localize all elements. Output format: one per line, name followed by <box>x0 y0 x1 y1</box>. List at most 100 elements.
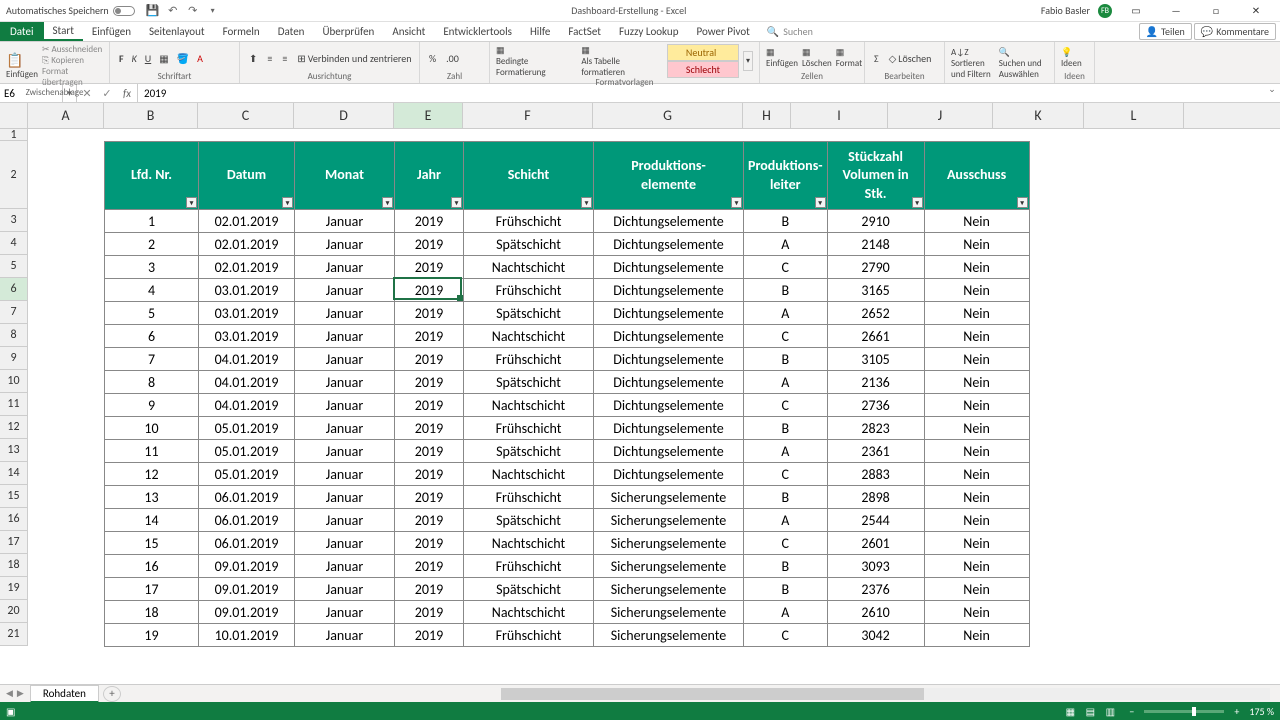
tab-ansicht[interactable]: Ansicht <box>383 22 434 41</box>
save-icon[interactable]: 💾 <box>147 5 159 17</box>
col-header-I[interactable]: I <box>791 103 888 128</box>
table-cell[interactable]: B <box>744 210 828 233</box>
table-cell[interactable]: Januar <box>295 348 395 371</box>
row-header-11[interactable]: 11 <box>0 393 27 416</box>
row-header-7[interactable]: 7 <box>0 301 27 324</box>
table-cell[interactable]: 2019 <box>395 440 464 463</box>
minimize-button[interactable]: — <box>1160 1 1192 21</box>
table-cell[interactable]: Januar <box>295 302 395 325</box>
filter-icon[interactable]: ▾ <box>451 197 462 208</box>
table-cell[interactable]: Frühschicht <box>464 555 594 578</box>
table-cell[interactable]: 8 <box>105 371 199 394</box>
row-header-4[interactable]: 4 <box>0 232 27 255</box>
table-cell[interactable]: 2019 <box>395 532 464 555</box>
format-as-table-button[interactable]: ▦Als Tabelle formatieren <box>581 45 663 78</box>
table-cell[interactable]: Nein <box>924 578 1029 601</box>
table-cell[interactable]: B <box>744 486 828 509</box>
table-cell[interactable]: Sicherungselemente <box>594 555 744 578</box>
table-cell[interactable]: Spätschicht <box>464 233 594 256</box>
table-cell[interactable]: C <box>744 624 828 647</box>
table-cell[interactable]: Januar <box>295 463 395 486</box>
style-neutral[interactable]: Neutral <box>667 44 739 61</box>
tab-fuzzy lookup[interactable]: Fuzzy Lookup <box>610 22 688 41</box>
table-cell[interactable]: Sicherungselemente <box>594 532 744 555</box>
formula-expand-icon[interactable]: ⌄ <box>1264 84 1280 102</box>
autosum-button[interactable]: Σ <box>871 51 882 66</box>
table-cell[interactable]: Januar <box>295 417 395 440</box>
table-cell[interactable]: 2376 <box>827 578 924 601</box>
find-select-button[interactable]: 🔍Suchen und Auswählen <box>999 47 1048 80</box>
zoom-level[interactable]: 175 % <box>1249 705 1274 718</box>
table-cell[interactable]: B <box>744 578 828 601</box>
table-cell[interactable]: Nein <box>924 440 1029 463</box>
table-cell[interactable]: 3 <box>105 256 199 279</box>
table-cell[interactable]: 19 <box>105 624 199 647</box>
table-cell[interactable]: 02.01.2019 <box>199 256 295 279</box>
table-cell[interactable]: 3165 <box>827 279 924 302</box>
table-cell[interactable]: 13 <box>105 486 199 509</box>
filter-icon[interactable]: ▾ <box>282 197 293 208</box>
table-cell[interactable]: 2019 <box>395 394 464 417</box>
comments-button[interactable]: 💬Kommentare <box>1194 23 1276 40</box>
close-button[interactable]: ✕ <box>1240 1 1272 21</box>
horizontal-scrollbar[interactable] <box>501 688 1270 700</box>
clear-button[interactable]: ◇ Löschen <box>886 51 935 66</box>
table-cell[interactable]: 2019 <box>395 371 464 394</box>
table-cell[interactable]: Frühschicht <box>464 210 594 233</box>
table-cell[interactable]: 2136 <box>827 371 924 394</box>
ribbon-display-icon[interactable]: ▭ <box>1120 1 1152 21</box>
table-cell[interactable]: 2661 <box>827 325 924 348</box>
row-header-13[interactable]: 13 <box>0 439 27 462</box>
table-cell[interactable]: 2610 <box>827 601 924 624</box>
table-cell[interactable]: 10.01.2019 <box>199 624 295 647</box>
table-cell[interactable]: 2019 <box>395 302 464 325</box>
table-cell[interactable]: Sicherungselemente <box>594 578 744 601</box>
table-cell[interactable]: Nachtschicht <box>464 532 594 555</box>
format-painter-button[interactable]: Format übertragen <box>42 66 103 88</box>
table-cell[interactable]: 17 <box>105 578 199 601</box>
table-cell[interactable]: 2736 <box>827 394 924 417</box>
page-break-view-icon[interactable]: ▥ <box>1101 704 1119 718</box>
filter-icon[interactable]: ▾ <box>382 197 393 208</box>
table-cell[interactable]: 06.01.2019 <box>199 509 295 532</box>
tab-power pivot[interactable]: Power Pivot <box>687 22 758 41</box>
table-cell[interactable]: 14 <box>105 509 199 532</box>
table-cell[interactable]: Dichtungselemente <box>594 348 744 371</box>
table-cell[interactable]: Spätschicht <box>464 578 594 601</box>
table-cell[interactable]: 5 <box>105 302 199 325</box>
table-cell[interactable]: Nein <box>924 325 1029 348</box>
table-cell[interactable]: 05.01.2019 <box>199 417 295 440</box>
tab-daten[interactable]: Daten <box>269 22 314 41</box>
row-header-21[interactable]: 21 <box>0 623 27 646</box>
table-cell[interactable]: 02.01.2019 <box>199 210 295 233</box>
table-cell[interactable]: 7 <box>105 348 199 371</box>
table-cell[interactable]: 9 <box>105 394 199 417</box>
table-cell[interactable]: Dichtungselemente <box>594 233 744 256</box>
row-header-16[interactable]: 16 <box>0 508 27 531</box>
table-cell[interactable]: Nein <box>924 486 1029 509</box>
table-cell[interactable]: Nein <box>924 348 1029 371</box>
currency-button[interactable]: % <box>426 51 439 66</box>
share-button[interactable]: 👤Teilen <box>1139 23 1192 40</box>
tab-einfügen[interactable]: Einfügen <box>83 22 140 41</box>
tab-entwicklertools[interactable]: Entwicklertools <box>434 22 521 41</box>
table-cell[interactable]: C <box>744 532 828 555</box>
undo-icon[interactable]: ↶ <box>167 5 179 17</box>
table-cell[interactable]: 2910 <box>827 210 924 233</box>
tab-überprüfen[interactable]: Überprüfen <box>313 22 383 41</box>
table-cell[interactable]: 15 <box>105 532 199 555</box>
col-header-D[interactable]: D <box>294 103 394 128</box>
col-header-J[interactable]: J <box>888 103 993 128</box>
paste-button[interactable]: 📋 Einfügen <box>6 52 38 80</box>
table-cell[interactable]: C <box>744 463 828 486</box>
ideas-button[interactable]: 💡Ideen <box>1061 47 1082 69</box>
table-cell[interactable]: A <box>744 371 828 394</box>
row-header-1[interactable]: 1 <box>0 129 27 141</box>
row-header-3[interactable]: 3 <box>0 209 27 232</box>
row-header-9[interactable]: 9 <box>0 347 27 370</box>
table-cell[interactable]: Nachtschicht <box>464 601 594 624</box>
table-cell[interactable]: Nein <box>924 555 1029 578</box>
table-cell[interactable]: Dichtungselemente <box>594 256 744 279</box>
styles-more-button[interactable]: ▾ <box>743 51 753 71</box>
table-cell[interactable]: 16 <box>105 555 199 578</box>
